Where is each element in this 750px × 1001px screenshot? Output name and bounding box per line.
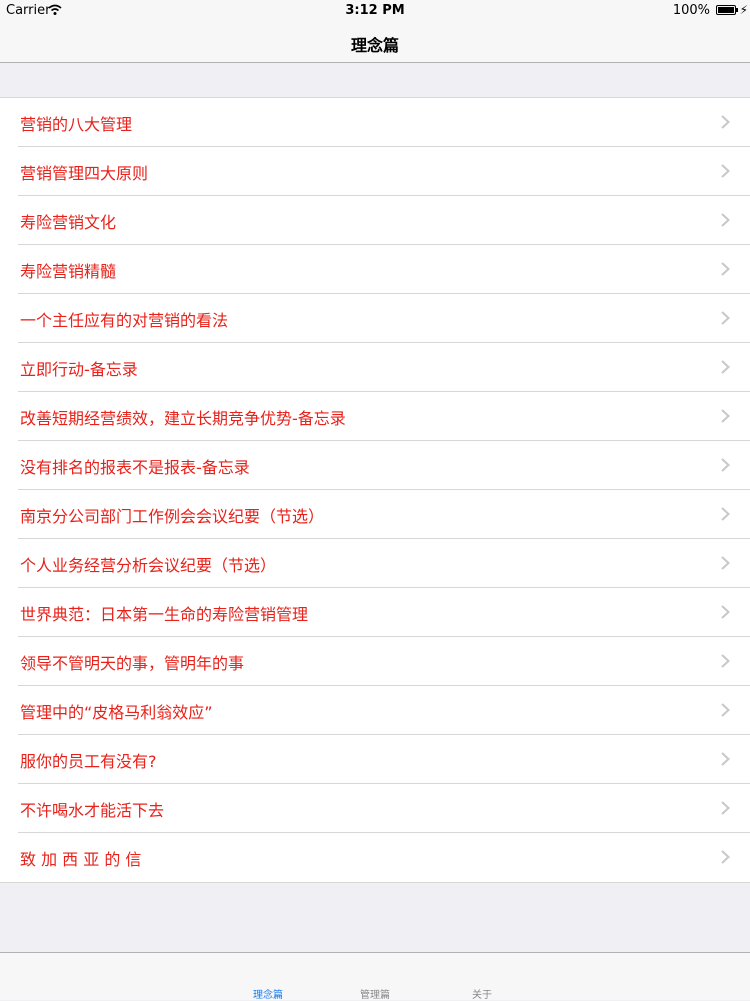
chevron-right-icon (721, 556, 730, 570)
list-item-label: 立即行动-备忘录 (20, 360, 138, 379)
chevron-right-icon (721, 164, 730, 178)
list-item-label: 世界典范：日本第一生命的寿险营销管理 (20, 605, 309, 624)
list-item[interactable]: 寿险营销文化 (0, 196, 750, 245)
tab-about[interactable]: 关于 (452, 986, 512, 1001)
chevron-right-icon (721, 458, 730, 472)
list-item[interactable]: 领导不管明天的事，管明年的事 (0, 637, 750, 686)
chevron-right-icon (721, 507, 730, 521)
list-item-label: 不许喝水才能活下去 (20, 801, 165, 820)
list-item[interactable]: 服你的员工有没有? (0, 735, 750, 784)
article-list: 营销的八大管理 营销管理四大原则 寿险营销文化 寿险营销精髓 一个主任应有的对营… (0, 97, 750, 883)
list-item[interactable]: 一个主任应有的对营销的看法 (0, 294, 750, 343)
status-time: 3:12 PM (345, 3, 405, 18)
navigation-bar: 理念篇 (0, 22, 750, 63)
list-item[interactable]: 不许喝水才能活下去 (0, 784, 750, 833)
chevron-right-icon (721, 605, 730, 619)
charging-icon: ⚡ (739, 3, 748, 17)
chevron-right-icon (721, 703, 730, 717)
chevron-right-icon (721, 213, 730, 227)
list-item-label: 南京分公司部门工作例会会议纪要（节选） (20, 507, 325, 526)
list-item-label: 致 加 西 亚 的 信 (20, 850, 142, 869)
list-item-label: 一个主任应有的对营销的看法 (20, 311, 229, 330)
chevron-right-icon (721, 752, 730, 766)
status-bar: Carrier 3:12 PM 100% ⚡ (0, 0, 750, 22)
chevron-right-icon (721, 262, 730, 276)
chevron-right-icon (721, 654, 730, 668)
list-item[interactable]: 个人业务经营分析会议纪要（节选） (0, 539, 750, 588)
battery-percent: 100% (672, 3, 710, 18)
list-item-label: 改善短期经营绩效，建立长期竞争优势-备忘录 (20, 409, 346, 428)
list-item-label: 寿险营销文化 (20, 213, 117, 232)
list-item[interactable]: 营销管理四大原则 (0, 147, 750, 196)
tab-philosophy[interactable]: 理念篇 (238, 986, 298, 1001)
chevron-right-icon (721, 801, 730, 815)
chevron-right-icon (721, 409, 730, 423)
chevron-right-icon (721, 850, 730, 864)
list-item-label: 营销的八大管理 (20, 115, 133, 134)
chevron-right-icon (721, 311, 730, 325)
tab-bar: 理念篇 管理篇 关于 (0, 952, 750, 1001)
list-item[interactable]: 世界典范：日本第一生命的寿险营销管理 (0, 588, 750, 637)
list-item-label: 服你的员工有没有? (20, 752, 157, 771)
list-item-label: 个人业务经营分析会议纪要（节选） (20, 556, 277, 575)
list-item-label: 寿险营销精髓 (20, 262, 117, 281)
list-item-label: 领导不管明天的事，管明年的事 (20, 654, 245, 673)
chevron-right-icon (721, 360, 730, 374)
list-item[interactable]: 没有排名的报表不是报表-备忘录 (0, 441, 750, 490)
tab-management[interactable]: 管理篇 (345, 986, 405, 1001)
list-item[interactable]: 立即行动-备忘录 (0, 343, 750, 392)
page-title: 理念篇 (350, 36, 399, 55)
list-item-label: 没有排名的报表不是报表-备忘录 (20, 458, 250, 477)
list-item-label: 营销管理四大原则 (20, 164, 149, 183)
list-item[interactable]: 南京分公司部门工作例会会议纪要（节选） (0, 490, 750, 539)
list-item[interactable]: 改善短期经营绩效，建立长期竞争优势-备忘录 (0, 392, 750, 441)
battery-icon (716, 5, 738, 15)
list-item-label: 管理中的“皮格马利翁效应” (20, 703, 213, 722)
list-item[interactable]: 致 加 西 亚 的 信 (0, 833, 750, 882)
chevron-right-icon (721, 115, 730, 129)
list-item[interactable]: 管理中的“皮格马利翁效应” (0, 686, 750, 735)
list-item[interactable]: 寿险营销精髓 (0, 245, 750, 294)
list-item[interactable]: 营销的八大管理 (0, 98, 750, 147)
